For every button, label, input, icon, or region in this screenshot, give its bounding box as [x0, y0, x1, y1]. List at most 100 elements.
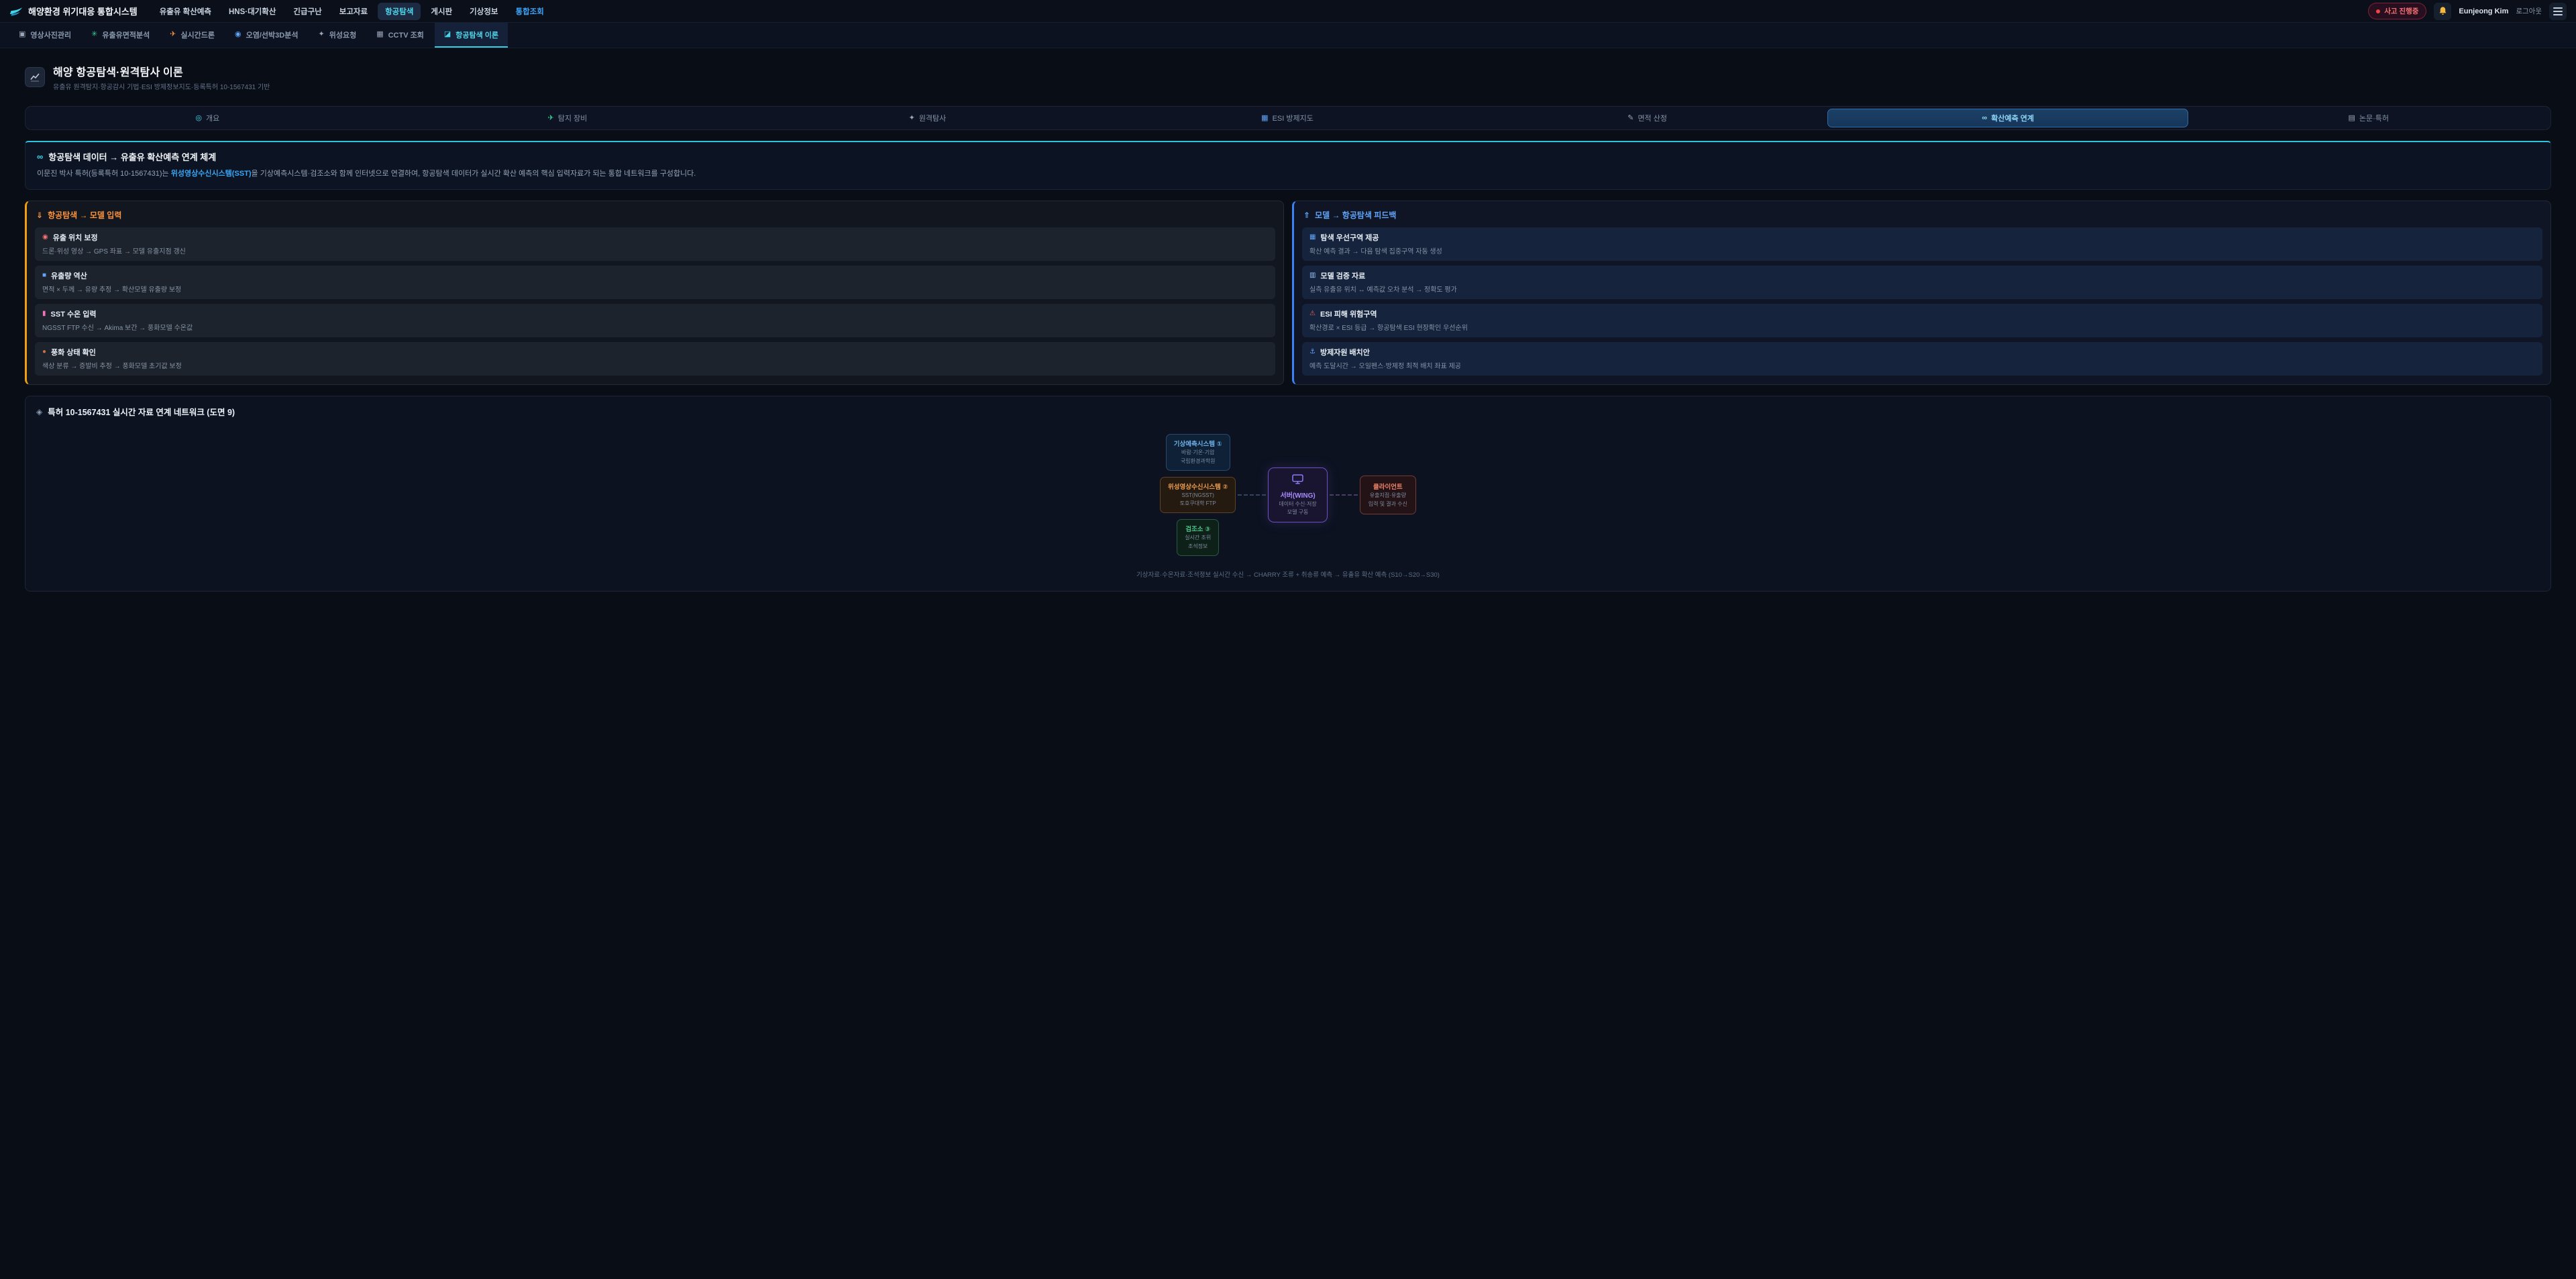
network-source-node: 검조소 ③ 실시간 조위 조석정보 — [1177, 519, 1219, 556]
subnav-tab[interactable]: ◉ 오염/선박3D분석 — [225, 23, 307, 48]
topnav-item[interactable]: HNS·대기확산 — [221, 3, 283, 20]
notifications-button[interactable] — [2434, 3, 2451, 20]
logout-button[interactable]: 로그아웃 — [2516, 6, 2542, 16]
topnav-item[interactable]: 통합조회 — [508, 3, 551, 20]
section-tab[interactable]: ▤ 논문·특허 — [2188, 109, 2548, 127]
section-tab[interactable]: ◎ 개요 — [28, 109, 388, 127]
topnav-item-label: 기상정보 — [470, 8, 498, 16]
section-tab-label: 면적 산정 — [1638, 113, 1667, 123]
page-title: 해양 항공탐색·원격탐사 이론 — [53, 63, 270, 79]
linkage-section-title: ∞ 항공탐색 데이터 → 유출유 확산예측 연계 체계 — [37, 150, 2539, 163]
topnav-item[interactable]: 기상정보 — [462, 3, 505, 20]
page-header: 해양 항공탐색·원격탐사 이론 유출유 원격탐지·항공감시 기법·ESI 방제정… — [25, 63, 2551, 91]
topnav-item-label: 게시판 — [431, 8, 452, 16]
flow-item: ● 풍화 상태 확인 색상 분류 → 증발비 추정 → 풍화모델 초기값 보정 — [35, 342, 1275, 376]
section-tab[interactable]: ∞ 확산예측 연계 — [1827, 109, 2189, 127]
section-tab[interactable]: ▦ ESI 방제지도 — [1108, 109, 1468, 127]
bell-icon — [2438, 6, 2448, 16]
flow-item: ▮ SST 수온 입력 NGSST FTP 수신 → Akima 보간 → 풍화… — [35, 304, 1275, 337]
section-tab-label: 탐지 장비 — [558, 113, 588, 123]
hamburger-icon — [2553, 7, 2563, 15]
pin-icon: ◉ — [42, 234, 48, 241]
esimap-icon: ▦ — [1261, 115, 1268, 122]
flow-item-title: 풍화 상태 확인 — [51, 347, 96, 357]
link-icon: ∞ — [37, 152, 43, 162]
section-tab[interactable]: ✎ 면적 산정 — [1467, 109, 1827, 127]
monitor-icon — [1292, 474, 1303, 484]
client-node-title: 클라이언트 — [1368, 482, 1407, 491]
subnav-tab-label: 유출유면적분석 — [102, 30, 150, 40]
main-menu: 유출유 확산예측 HNS·대기확산 긴급구난 보고자료 항공탐색 게시판 기상정보 통합조회 — [152, 3, 551, 20]
flow-item: ■ 유출량 역산 면적 × 두께 → 유량 추정 → 확산모델 유출량 보정 — [35, 266, 1275, 299]
flow-cards-row: ⇓ 항공탐색 → 모델 입력 ◉ 유출 위치 보정 드론·위성 영상 → GPS… — [25, 201, 2551, 385]
chart-doc-icon — [30, 72, 40, 82]
flow-item-title: ESI 피해 위험구역 — [1320, 309, 1377, 319]
drone-icon: ✈ — [170, 31, 176, 38]
topnav-item-label: 유출유 확산예측 — [160, 8, 211, 16]
section-tab-label: 확산예측 연계 — [1991, 113, 2034, 123]
topnav-item[interactable]: 유출유 확산예측 — [152, 3, 219, 20]
flow-item: ▥ 모델 검증 자료 실측 유출유 위치 ↔ 예측값 오차 분석 → 정확도 평… — [1302, 266, 2542, 299]
sub-navbar: ▣ 영상사진관리 ✳ 유출유면적분석 ✈ 실시간드론 ◉ 오염/선박3D분석 ✦… — [0, 23, 2576, 48]
flow-item-title: 유출 위치 보정 — [53, 232, 98, 243]
subnav-tab-label: CCTV 조회 — [388, 30, 424, 40]
inbox-icon: ⇓ — [36, 211, 43, 220]
overview-icon: ◎ — [195, 115, 202, 122]
topnav-item[interactable]: 항공탐색 — [378, 3, 421, 20]
network-card: ◈ 특허 10-1567431 실시간 자료 연계 네트워크 (도면 9) 기상… — [25, 396, 2551, 592]
volume-icon: ■ — [42, 272, 46, 279]
section-tab-label: ESI 방제지도 — [1273, 113, 1313, 123]
incident-dot-icon — [2376, 9, 2380, 13]
flow-item: ◉ 유출 위치 보정 드론·위성 영상 → GPS 좌표 → 모델 유출지점 갱… — [35, 227, 1275, 261]
subnav-tab[interactable]: ◪ 항공탐색 이론 — [435, 23, 508, 48]
network-card-title: ◈ 특허 10-1567431 실시간 자료 연계 네트워크 (도면 9) — [36, 405, 2540, 418]
topnav-item-label: 보고자료 — [339, 8, 368, 16]
subnav-tab[interactable]: ▦ CCTV 조회 — [367, 23, 433, 48]
model-feedback-card: ⇑ 모델 → 항공탐색 피드백 ▦ 탐색 우선구역 제공 확산 예측 결과 → … — [1292, 201, 2551, 385]
source-node-title: 검조소 ③ — [1185, 524, 1211, 533]
flow-item-desc: 예측 도달시간 → 오일펜스·방제정 최적 배치 좌표 제공 — [1309, 360, 2535, 370]
subnav-tab[interactable]: ✳ 유출유면적분석 — [82, 23, 159, 48]
flow-item-title: 방제자원 배치안 — [1320, 347, 1370, 357]
flow-item-desc: 드론·위성 영상 → GPS 좌표 → 모델 유출지점 갱신 — [42, 245, 1268, 256]
ship3d-icon: ◉ — [235, 31, 241, 38]
server-node: 서버(WING) 데이터 수신·저장 모델 구동 — [1268, 467, 1327, 523]
section-tab[interactable]: ✈ 탐지 장비 — [388, 109, 748, 127]
network-diagram: 기상예측시스템 ① 바람·기온·기압 국립환경과학원 위성영상수신시스템 ② S… — [36, 434, 2540, 556]
brand: 해양환경 위기대응 통합시스템 — [9, 5, 138, 17]
topnav-item[interactable]: 게시판 — [423, 3, 460, 20]
subnav-tab[interactable]: ✈ 실시간드론 — [160, 23, 224, 48]
brand-title: 해양환경 위기대응 통합시스템 — [28, 5, 138, 17]
section-tab[interactable]: ✦ 원격탐사 — [747, 109, 1108, 127]
satellite-icon: ✦ — [318, 31, 324, 38]
outbox-icon: ⇑ — [1303, 211, 1310, 220]
link-icon: ∞ — [1982, 115, 1987, 122]
network-source-node: 위성영상수신시스템 ② SST(NGSST) 토호쿠대학 FTP — [1160, 477, 1236, 514]
flow-item-desc: 면적 × 두께 → 유량 추정 → 확산모델 유출량 보정 — [42, 284, 1268, 294]
subnav-tab[interactable]: ✦ 위성요청 — [309, 23, 366, 48]
flow-item-desc: 색상 분류 → 증발비 추정 → 풍화모델 초기값 보정 — [42, 360, 1268, 370]
menu-button[interactable] — [2549, 3, 2567, 20]
subnav-tab-label: 위성요청 — [329, 30, 356, 40]
subnav-tab-label: 오염/선박3D분석 — [246, 30, 299, 40]
topnav-item[interactable]: 보고자료 — [332, 3, 375, 20]
flow-item: ▦ 탐색 우선구역 제공 확산 예측 결과 → 다음 탐색 집중구역 자동 생성 — [1302, 227, 2542, 261]
topnav-item[interactable]: 긴급구난 — [286, 3, 329, 20]
sst-system-link[interactable]: 위성영상수신시스템(SST) — [171, 170, 252, 178]
source-node-title: 기상예측시스템 ① — [1174, 439, 1222, 448]
topnav-item-label: 통합조회 — [515, 8, 543, 16]
source-nodes-column: 기상예측시스템 ① 바람·기온·기압 국립환경과학원 위성영상수신시스템 ② S… — [1160, 434, 1236, 556]
topnav-item-label: HNS·대기확산 — [229, 8, 276, 16]
connector-line — [1238, 494, 1266, 496]
flow-item-title: 유출량 역산 — [51, 270, 87, 281]
main-content: 해양 항공탐색·원격탐사 이론 유출유 원격탐지·항공감시 기법·ESI 방제정… — [0, 48, 2576, 618]
topnav-right: 사고 진행중 Eunjeong Kim 로그아웃 — [2368, 3, 2567, 20]
connector-line — [1330, 494, 1358, 496]
subnav-tab[interactable]: ▣ 영상사진관리 — [9, 23, 80, 48]
page-header-tile — [25, 67, 45, 87]
alert-icon: ⚠ — [1309, 311, 1316, 317]
flow-item: ⚓ 방제자원 배치안 예측 도달시간 → 오일펜스·방제정 최적 배치 좌표 제… — [1302, 342, 2542, 376]
user-name: Eunjeong Kim — [2459, 7, 2508, 15]
flow-item-desc: NGSST FTP 수신 → Akima 보간 → 풍화모델 수온값 — [42, 322, 1268, 332]
client-node: 클라이언트 유출지점·유출량 입력 및 결과 수신 — [1360, 476, 1416, 514]
